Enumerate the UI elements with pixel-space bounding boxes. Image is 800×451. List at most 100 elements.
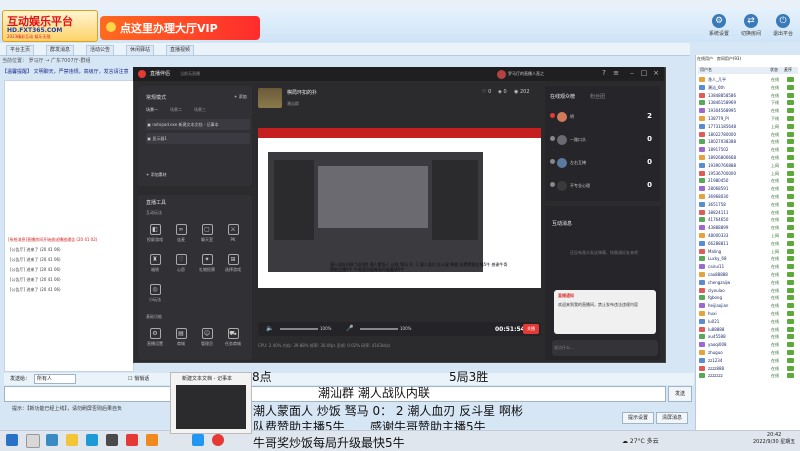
audience-row[interactable]: 明2 <box>550 110 658 126</box>
tool-chatroom[interactable]: ▢ 聊天室 <box>194 224 220 243</box>
user-row[interactable]: 17731185648 上网 <box>699 123 797 130</box>
chat-app-icon[interactable] <box>146 434 158 446</box>
weather-widget[interactable]: ☁ 27°C 多云 <box>622 436 659 445</box>
user-row[interactable]: lu021 在线 <box>699 318 797 325</box>
tool-screen-game[interactable]: ◧ 投屏游戏 <box>142 224 168 243</box>
online-title[interactable]: 在线观众榜 <box>550 93 575 100</box>
browser-icon[interactable] <box>212 434 224 446</box>
fans-tab[interactable]: 粉丝团 <box>590 93 605 100</box>
user-row[interactable]: 18022780000 在线 <box>699 131 797 138</box>
tab-scene-3[interactable]: 场景三 <box>194 107 206 113</box>
user-row[interactable]: clyoulao 在线 <box>699 287 797 294</box>
mic-icon[interactable]: 🎤 <box>346 325 353 332</box>
tab-scene-1[interactable]: 场景一 <box>146 107 158 113</box>
user-row[interactable]: xu45588 在线 <box>699 333 797 340</box>
user-row[interactable]: 18917502 在线 <box>699 146 797 153</box>
user-row[interactable]: 41764650 在线 <box>699 216 797 223</box>
edge-icon[interactable] <box>86 434 98 446</box>
search-icon[interactable] <box>26 434 40 448</box>
maximize-icon[interactable]: □ <box>640 69 648 77</box>
user-row[interactable]: 18027038388 在线 <box>699 138 797 145</box>
clear-screen-button[interactable]: 清屏消息 <box>656 412 688 424</box>
send-button[interactable]: 发送 <box>668 386 692 402</box>
stream-title[interactable]: 棋局环扣的扑 <box>287 89 317 96</box>
file-explorer-icon[interactable] <box>66 434 78 446</box>
tool-task-shop[interactable]: ⛟ 任务商城 <box>220 328 246 347</box>
help-icon[interactable]: ? <box>600 69 608 77</box>
windows-start-icon[interactable] <box>6 434 18 446</box>
tab-notice[interactable]: 活动公告 <box>86 45 115 56</box>
mic-volume-slider[interactable] <box>360 328 398 330</box>
stream-cover[interactable] <box>258 88 282 108</box>
speaker-volume-slider[interactable] <box>280 328 318 330</box>
tool-wish[interactable]: ♡ 心愿 <box>168 254 194 273</box>
whisper-checkbox[interactable]: ☐ 悄悄话 <box>128 375 149 382</box>
tool-shop[interactable]: ▤ 商城 <box>168 328 194 347</box>
vip-banner[interactable]: 点这里办理大厅VIP <box>100 16 260 40</box>
tool-select-game[interactable]: ⊞ 选择游戏 <box>220 254 246 273</box>
tool-admin[interactable]: ☺ 管理员 <box>194 328 220 347</box>
live-username[interactable]: 罗马厅的直播人直之 <box>508 71 544 77</box>
menu-icon[interactable]: ≡ <box>612 69 620 77</box>
tab-room-users[interactable]: 房间用户(93) <box>717 56 741 61</box>
user-row[interactable]: chengzaijw 在线 <box>699 279 797 286</box>
prompt-settings-button[interactable]: 提示设置 <box>622 412 654 424</box>
exit-button[interactable]: ⏻ 退出平台 <box>770 14 796 37</box>
user-row[interactable]: 18926806668 在线 <box>699 154 797 161</box>
user-row[interactable]: zhuguo 在线 <box>699 349 797 356</box>
audience-row[interactable]: 不专业心理 0 <box>550 179 658 195</box>
tab-home[interactable]: 平台主页 <box>6 45 35 56</box>
user-row[interactable]: 38824111 在线 <box>699 209 797 216</box>
tool-lucky-bag[interactable]: ♜ 福袋 <box>142 254 168 273</box>
tool-pk[interactable]: ⚔ PK <box>220 224 246 242</box>
user-row[interactable]: 28068591 在线 <box>699 185 797 192</box>
minimize-icon[interactable]: – <box>628 69 636 77</box>
tab-video[interactable]: 直播视频 <box>166 45 195 56</box>
tab-broadcast[interactable]: 群发消息 <box>46 45 75 56</box>
scene-mode[interactable]: 常规模式 <box>146 94 166 101</box>
close-icon[interactable]: × <box>652 69 660 77</box>
notepad-taskbar-icon[interactable] <box>192 434 204 446</box>
user-row[interactable]: heijiaojian 在线 <box>699 302 797 309</box>
user-row[interactable]: 43888899 在线 <box>699 224 797 231</box>
switch-room-button[interactable]: ⇄ 切换房间 <box>738 14 764 37</box>
user-row[interactable]: zzzz888 在线 <box>699 365 797 372</box>
user-row[interactable]: zz1234 在线 <box>699 357 797 364</box>
terminal-icon[interactable] <box>106 434 118 446</box>
add-scene-button[interactable]: + 添加 <box>234 94 247 100</box>
tab-scene-2[interactable]: 场景二 <box>170 107 182 113</box>
user-row[interactable]: 138779_Pl 下线 <box>699 115 797 122</box>
audience-row[interactable]: 左右互搏 0 <box>550 156 658 172</box>
send-to-select[interactable]: 所有人 <box>34 374 76 384</box>
user-row[interactable]: 13848858586 在线 <box>699 92 797 99</box>
user-row[interactable]: fgbong 在线 <box>699 294 797 301</box>
tab-leisure[interactable]: 休闲驿站 <box>126 45 155 56</box>
source-item-notepad[interactable]: ▣ notepad.exe 新建文本文档 - 记事本 <box>146 119 250 130</box>
source-item-display[interactable]: ▣ 显示器1 <box>146 133 250 144</box>
danmaku-input[interactable]: 说点什么... <box>552 340 658 356</box>
clock[interactable]: 20:42 2022/9/30 星期五 <box>753 432 795 446</box>
avatar[interactable] <box>497 70 506 79</box>
user-row[interactable]: 3651758 在线 <box>699 201 797 208</box>
user-row[interactable]: 19390766888 上网 <box>699 162 797 169</box>
user-row[interactable]: 19536700000 上网 <box>699 170 797 177</box>
tool-live-settings[interactable]: ⚙ 直播设置 <box>142 328 168 347</box>
tab-online-users[interactable]: 在线用户 <box>697 56 713 61</box>
task-view-icon[interactable] <box>46 434 58 446</box>
user-row[interactable]: 渔人_几乎 在线 <box>699 76 797 83</box>
user-row[interactable]: huxi 在线 <box>699 310 797 317</box>
user-row[interactable]: 36968030 在线 <box>699 193 797 200</box>
system-settings-button[interactable]: ⚙ 系统设置 <box>706 14 732 37</box>
user-row[interactable]: cairui11 在线 <box>699 263 797 270</box>
tool-link-mic[interactable]: ∞ 连麦 <box>168 224 194 243</box>
chat-area[interactable] <box>4 80 134 372</box>
live-app-icon[interactable] <box>126 434 138 446</box>
end-live-button[interactable]: 关播 <box>523 324 539 334</box>
add-source-button[interactable]: + 添加素材 <box>146 172 167 178</box>
user-row[interactable]: 19304568995 在线 <box>699 107 797 114</box>
tool-gift-vote[interactable]: ✦ 礼物投票 <box>194 254 220 273</box>
audience-row[interactable]: 一路口头 0 <box>550 133 658 149</box>
user-row[interactable]: Lucky_68 在线 <box>699 255 797 262</box>
user-row[interactable]: lu88888 在线 <box>699 326 797 333</box>
user-row[interactable]: cao88888 在线 <box>699 271 797 278</box>
